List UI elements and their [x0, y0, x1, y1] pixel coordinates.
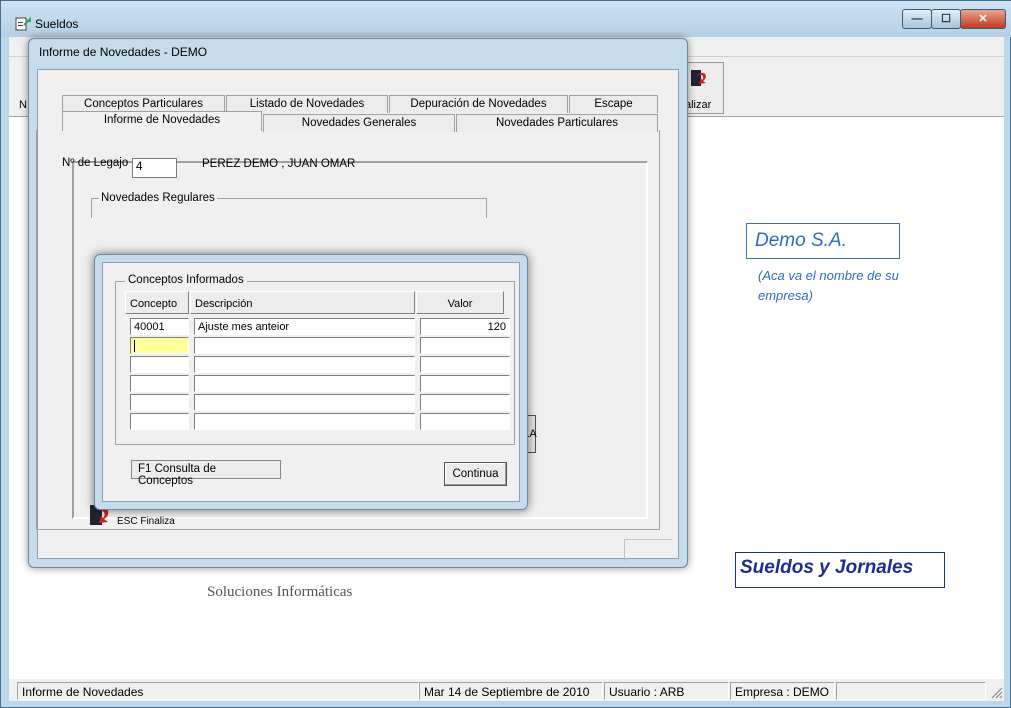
cell-valor[interactable] [420, 375, 510, 392]
dialog-title: Informe de Novedades - DEMO [39, 45, 208, 59]
exit-door-icon [691, 70, 706, 86]
company-name-box: Demo S.A. [746, 223, 900, 259]
cell-concepto[interactable] [130, 394, 189, 411]
cell-concepto[interactable]: 40001 [130, 318, 189, 335]
company-name: Demo S.A. [755, 230, 847, 251]
legajo-input[interactable]: 4 [132, 158, 177, 178]
maximize-button[interactable]: ☐ [931, 9, 961, 29]
cell-concepto[interactable] [130, 413, 189, 430]
cell-descripcion[interactable] [194, 413, 415, 430]
cell-valor[interactable] [420, 337, 510, 354]
esc-finaliza-label: ESC Finaliza [117, 516, 175, 527]
company-note: (Aca va el nombre de su empresa) [758, 268, 899, 303]
tab-informe-novedades[interactable]: Informe de Novedades [62, 111, 262, 131]
toolbar-left-stub: N [19, 99, 27, 111]
status-date: Mar 14 de Septiembre de 2010 [419, 682, 603, 700]
cell-descripcion[interactable] [194, 337, 415, 354]
cell-valor[interactable] [420, 356, 510, 373]
dialog-status-strip [624, 539, 672, 561]
cell-concepto[interactable] [130, 356, 189, 373]
product-brand: Sueldos y Jornales [740, 557, 914, 578]
cell-valor[interactable]: 120 [420, 318, 510, 335]
column-header-valor[interactable]: Valor [416, 291, 504, 314]
main-title-bar[interactable]: Sueldos — ☐ ✕ [1, 1, 1011, 37]
logo-subtitle: Soluciones Informáticas [207, 584, 353, 600]
cell-descripcion[interactable] [194, 375, 415, 392]
status-bar: Informe de Novedades Mar 14 de Septiembr… [9, 679, 1004, 701]
conceptos-dialog-body: Conceptos Informados Concepto Descripció… [102, 262, 520, 502]
cell-valor[interactable] [420, 413, 510, 430]
cell-valor[interactable] [420, 394, 510, 411]
close-button[interactable]: ✕ [960, 9, 1006, 29]
novedades-regulares-label: Novedades Regulares [99, 192, 217, 204]
cell-descripcion[interactable] [194, 394, 415, 411]
app-icon [15, 16, 31, 31]
cell-concepto[interactable] [130, 375, 189, 392]
continua-button[interactable]: Continua [444, 462, 507, 486]
minimize-button[interactable]: — [902, 9, 932, 29]
status-empty [836, 682, 986, 700]
conceptos-informados-label: Conceptos Informados [125, 274, 247, 286]
consulta-conceptos-button[interactable]: F1 Consulta de Conceptos [131, 460, 281, 487]
cell-concepto-editing[interactable] [130, 337, 189, 354]
column-header-descripcion[interactable]: Descripción [190, 291, 415, 314]
main-window-title: Sueldos [35, 17, 79, 31]
tab-escape[interactable]: Escape [569, 95, 658, 113]
status-module: Informe de Novedades [17, 682, 419, 700]
toolbar-finalizar-label: alizar [685, 99, 712, 111]
conceptos-informados-dialog: Conceptos Informados Concepto Descripció… [94, 254, 528, 510]
legajo-label: Nº de Legajo [62, 157, 129, 169]
product-brand-box: Sueldos y Jornales [735, 552, 945, 588]
tab-depuracion-novedades[interactable]: Depuración de Novedades [389, 95, 568, 113]
status-company: Empresa : DEMO [730, 682, 835, 700]
column-header-concepto[interactable]: Concepto [125, 291, 189, 314]
cell-descripcion[interactable]: Ajuste mes anteior [194, 318, 415, 335]
status-user: Usuario : ARB [604, 682, 729, 700]
resize-grip-icon[interactable] [989, 685, 1003, 699]
cell-descripcion[interactable] [194, 356, 415, 373]
employee-name: PEREZ DEMO , JUAN OMAR [202, 158, 356, 170]
